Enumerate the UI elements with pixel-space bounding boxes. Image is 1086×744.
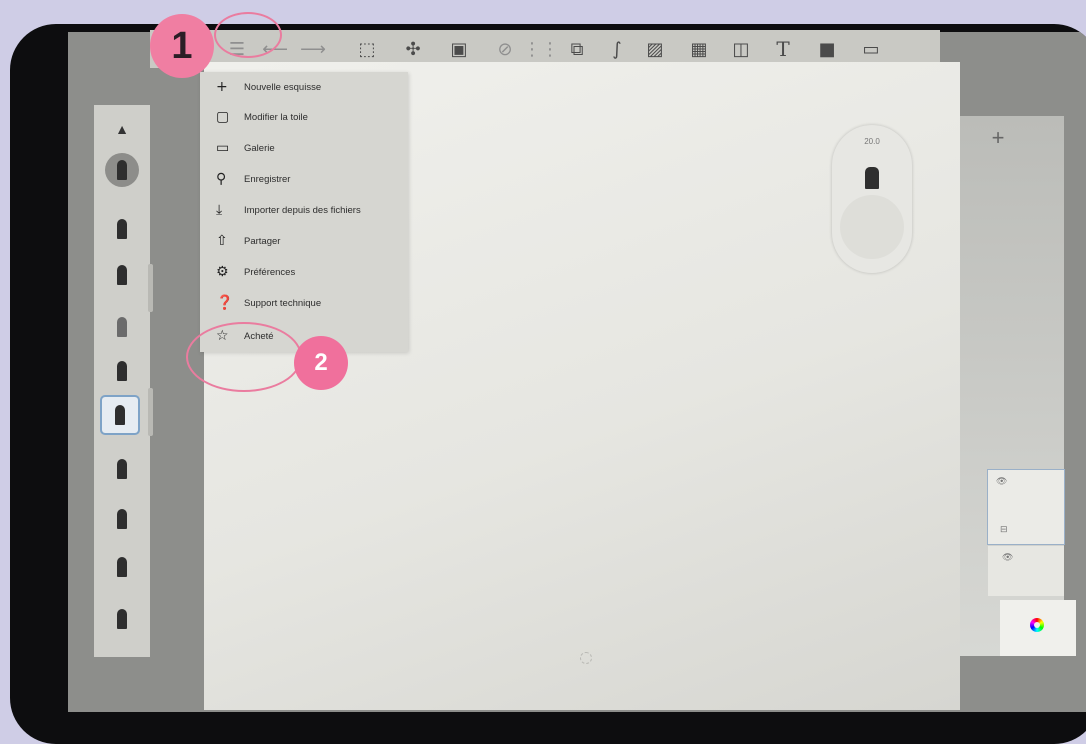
- menu-item-save[interactable]: ⚲ Enregistrer: [200, 164, 408, 194]
- brush-item[interactable]: [100, 353, 144, 389]
- menu-item-preferences[interactable]: ⚙ Préférences: [200, 257, 408, 287]
- import-icon: ⤓: [216, 202, 223, 218]
- layer-thumbnail[interactable]: [988, 546, 1064, 596]
- color-wheel-icon[interactable]: [1030, 618, 1044, 632]
- menu-item-label: Modifier la toile: [244, 111, 308, 123]
- menu-item-label: Support technique: [244, 297, 322, 309]
- canvas-resize-icon: ▢: [216, 109, 230, 125]
- menu-item-new-sketch[interactable]: + Nouvelle esquisse: [200, 72, 408, 102]
- layer-lock-icon[interactable]: ⊟: [1000, 524, 1008, 535]
- layer-visibility-icon[interactable]: 👁: [1002, 552, 1013, 563]
- menu-item-import[interactable]: ⤓ Importer depuis des fichiers: [200, 195, 408, 225]
- brush-palette-handle[interactable]: [148, 388, 153, 436]
- share-icon: ⇧: [216, 233, 228, 249]
- brush-item[interactable]: [100, 309, 144, 345]
- help-icon: ❓: [216, 295, 234, 311]
- menu-item-label: Importer depuis des fichiers: [244, 204, 361, 216]
- brush-size-value: 20.0: [864, 137, 880, 146]
- menu-item-label: Galerie: [244, 142, 275, 154]
- save-icon: ⚲: [216, 171, 227, 187]
- menu-item-gallery[interactable]: ▭ Galerie: [200, 133, 408, 163]
- brush-preview-icon: [865, 167, 879, 189]
- brush-item[interactable]: [100, 601, 144, 637]
- annotation-circle-menu: [214, 12, 282, 58]
- preferences-icon: ⚙: [216, 264, 229, 280]
- menu-item-label: Partager: [244, 235, 281, 247]
- menu-item-label: Nouvelle esquisse: [244, 81, 322, 93]
- plus-icon: +: [216, 79, 228, 95]
- brush-item[interactable]: [100, 257, 144, 293]
- main-menu: + Nouvelle esquisse ▢ Modifier la toile …: [200, 72, 408, 352]
- brush-puck[interactable]: 20.0: [832, 125, 912, 273]
- menu-item-share[interactable]: ⇧ Partager: [200, 226, 408, 256]
- layer-visibility-icon[interactable]: 👁: [996, 476, 1007, 487]
- annotation-step-1: 1: [150, 14, 214, 78]
- menu-item-label: Enregistrer: [244, 173, 291, 185]
- brush-size-toggle[interactable]: ▲: [100, 111, 144, 147]
- annotation-circle-purchased: [186, 322, 302, 392]
- brush-palette-handle[interactable]: [148, 264, 153, 312]
- brush-palette: ▲: [94, 105, 150, 657]
- brush-item[interactable]: [100, 211, 144, 247]
- brush-item[interactable]: [105, 153, 139, 187]
- add-layer-button[interactable]: +: [960, 116, 1036, 160]
- brush-item-selected[interactable]: [100, 395, 140, 435]
- menu-item-support[interactable]: ❓ Support technique: [200, 288, 408, 318]
- annotation-step-2: 2: [294, 336, 348, 390]
- menu-item-resize-canvas[interactable]: ▢ Modifier la toile: [200, 102, 408, 132]
- gallery-icon: ▭: [216, 140, 230, 156]
- brush-item[interactable]: [100, 549, 144, 585]
- brush-item[interactable]: [100, 451, 144, 487]
- opacity-puck[interactable]: [840, 195, 904, 259]
- menu-item-label: Préférences: [244, 266, 296, 278]
- canvas-center-marker: [580, 652, 592, 664]
- brush-item[interactable]: [100, 501, 144, 537]
